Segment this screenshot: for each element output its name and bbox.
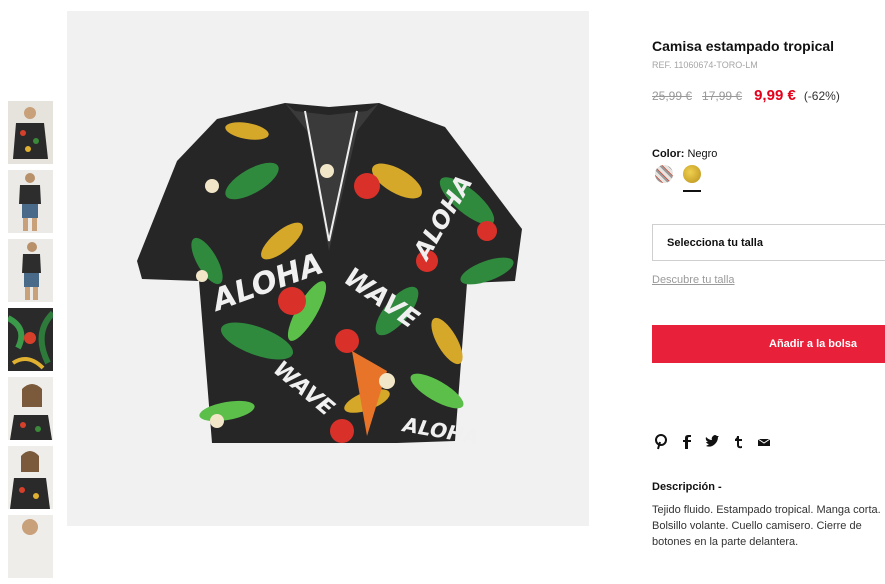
facebook-icon[interactable] [680, 434, 694, 450]
thumbnail-7[interactable] [8, 515, 53, 578]
description-text: Tejido fluido. Estampado tropical. Manga… [652, 504, 881, 548]
mail-icon[interactable] [757, 434, 771, 450]
thumbnail-gallery [8, 101, 53, 584]
swatch-white-pattern[interactable] [655, 165, 673, 183]
product-info-panel: Camisa estampado tropical REF. 11060674-… [652, 0, 885, 548]
product-main-image[interactable]: ALOHA WAVE ALOHA WAVE ALOHA [67, 11, 589, 526]
size-guide-link[interactable]: Descubre tu talla [652, 274, 735, 286]
price-block: 25,99 € 17,99 € 9,99 € (-62%) [652, 87, 840, 104]
pinterest-icon[interactable] [654, 434, 668, 450]
color-label: Color: Negro [652, 148, 717, 160]
svg-text:ALOHA: ALOHA [399, 412, 481, 449]
price-current: 9,99 € [754, 87, 796, 104]
twitter-icon[interactable] [705, 434, 719, 450]
price-previous: 17,99 € [702, 89, 743, 103]
description-title[interactable]: Descripción - [652, 481, 722, 493]
thumbnail-1[interactable] [8, 101, 53, 164]
shirt-illustration: ALOHA WAVE ALOHA WAVE ALOHA [137, 103, 522, 449]
discount-badge: (-62%) [803, 89, 840, 103]
thumbnail-2[interactable] [8, 170, 53, 233]
thumbnail-5[interactable] [8, 377, 53, 440]
color-label-key: Color: [652, 148, 685, 160]
price-original: 25,99 € [652, 89, 693, 103]
thumbnail-6[interactable] [8, 446, 53, 509]
thumbnail-3[interactable] [8, 239, 53, 302]
color-value: Negro [687, 148, 718, 160]
add-to-bag-button[interactable]: Añadir a la bolsa [652, 325, 885, 363]
tumblr-icon[interactable] [731, 434, 745, 450]
product-reference: REF. 11060674-TORO-LM [652, 60, 758, 70]
product-title: Camisa estampado tropical [652, 38, 835, 54]
thumbnail-4[interactable] [8, 308, 53, 371]
size-select[interactable]: Selecciona tu talla [652, 224, 885, 261]
swatch-selected-indicator [683, 190, 701, 192]
swatch-black-tropical[interactable] [683, 165, 701, 183]
